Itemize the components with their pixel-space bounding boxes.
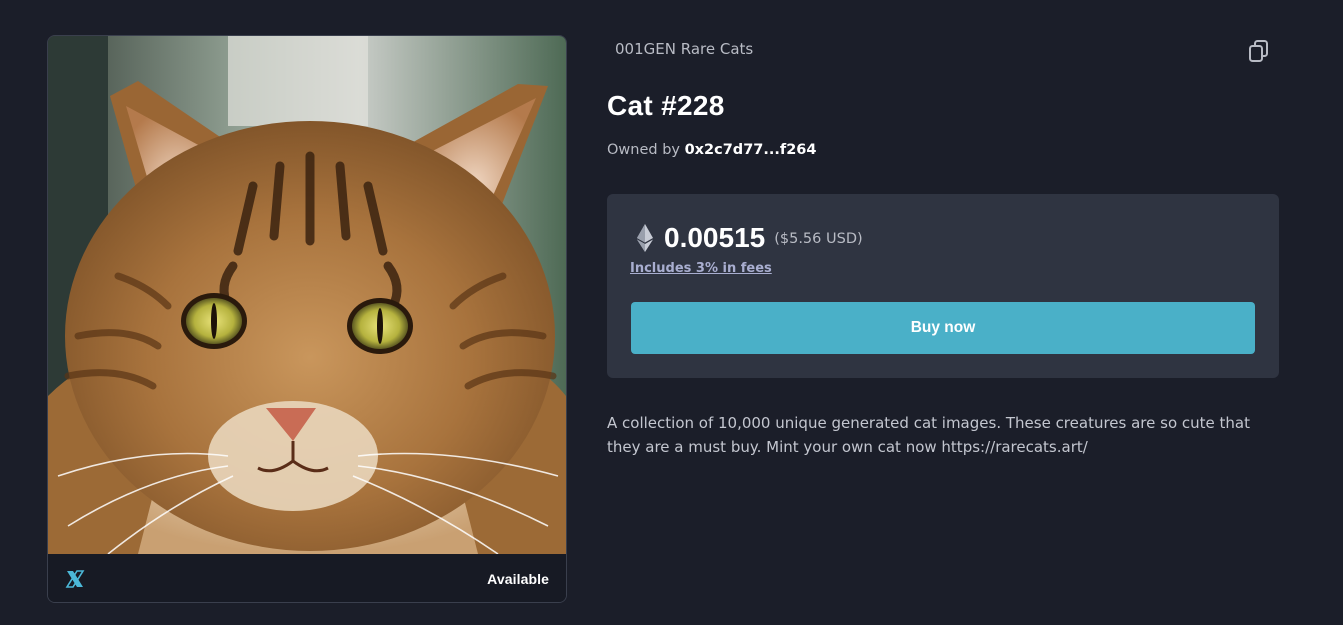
price-usd: ($5.56 USD) <box>774 231 863 247</box>
nft-card: Available <box>47 35 567 603</box>
owner-line: Owned by 0x2c7d77...f264 <box>607 142 816 158</box>
price-value: 0.00515 <box>664 222 766 253</box>
copy-button[interactable] <box>1247 39 1271 63</box>
item-description: A collection of 10,000 unique generated … <box>607 414 1250 456</box>
card-footer: Available <box>48 554 566 602</box>
collection-name[interactable]: 001GEN Rare Cats <box>615 40 753 58</box>
cat-illustration <box>48 36 566 554</box>
owned-by-label: Owned by <box>607 142 680 158</box>
copy-icon <box>1249 40 1268 62</box>
owner-address[interactable]: 0x2c7d77...f264 <box>685 142 817 158</box>
fees-link[interactable]: Includes 3% in fees <box>630 261 772 276</box>
nft-image[interactable] <box>48 36 566 554</box>
item-title: Cat #228 <box>607 90 725 121</box>
immutable-x-icon[interactable] <box>65 569 85 589</box>
price-row: 0.00515 ($5.56 USD) <box>637 222 863 254</box>
availability-status: Available <box>487 570 549 587</box>
price-panel: 0.00515 ($5.56 USD) Includes 3% in fees … <box>607 194 1279 378</box>
buy-now-button[interactable]: Buy now <box>631 302 1255 354</box>
eth-icon <box>637 224 653 252</box>
